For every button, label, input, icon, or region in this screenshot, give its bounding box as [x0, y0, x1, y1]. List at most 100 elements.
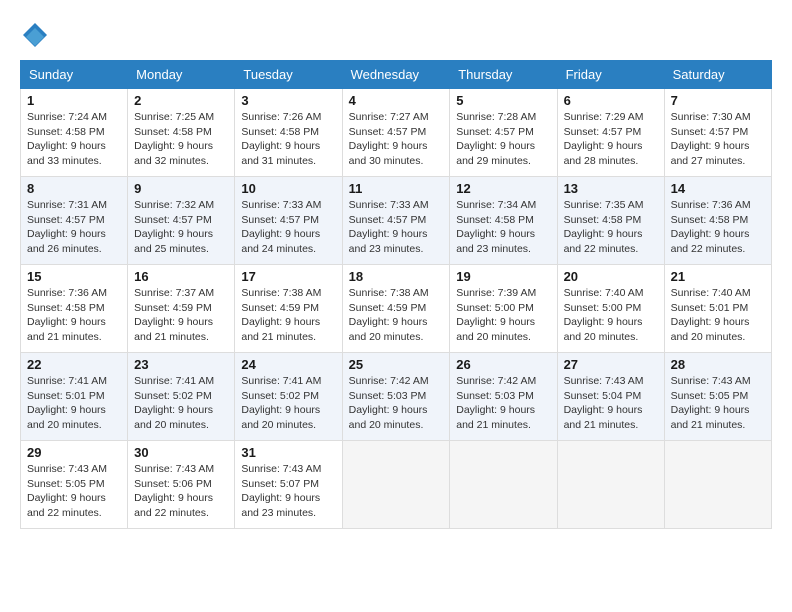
day-info: Sunrise: 7:33 AMSunset: 4:57 PMDaylight:… [349, 198, 444, 257]
day-number: 5 [456, 93, 550, 108]
day-cell-13: 13Sunrise: 7:35 AMSunset: 4:58 PMDayligh… [557, 177, 664, 265]
day-cell-27: 27Sunrise: 7:43 AMSunset: 5:04 PMDayligh… [557, 353, 664, 441]
week-row-3: 15 Sunrise: 7:36 AMSunset: 4:58 PMDayligh… [21, 265, 772, 353]
day-header-monday: Monday [128, 61, 235, 89]
day-info: Sunrise: 7:41 AMSunset: 5:01 PMDaylight:… [27, 374, 121, 433]
day-info: Sunrise: 7:43 AMSunset: 5:05 PMDaylight:… [671, 374, 765, 433]
day-info: Sunrise: 7:32 AMSunset: 4:57 PMDaylight:… [134, 198, 228, 257]
day-info: Sunrise: 7:37 AMSunset: 4:59 PMDaylight:… [134, 286, 228, 345]
day-info: Sunrise: 7:36 AMSunset: 4:58 PMDaylight:… [671, 198, 765, 257]
day-header-tuesday: Tuesday [235, 61, 342, 89]
day-cell-12: 12 Sunrise: 7:34 AMSunset: 4:58 PMDayligh… [450, 177, 557, 265]
header [20, 20, 772, 50]
day-number: 23 [134, 357, 228, 372]
day-cell-15: 15 Sunrise: 7:36 AMSunset: 4:58 PMDayligh… [21, 265, 128, 353]
day-info: Sunrise: 7:38 AMSunset: 4:59 PMDaylight:… [241, 286, 335, 345]
day-number: 21 [671, 269, 765, 284]
day-info: Sunrise: 7:35 AMSunset: 4:58 PMDaylight:… [564, 198, 658, 257]
day-cell-26: 26 Sunrise: 7:42 AMSunset: 5:03 PMDayligh… [450, 353, 557, 441]
day-info: Sunrise: 7:42 AMSunset: 5:03 PMDaylight:… [349, 374, 444, 433]
day-info: Sunrise: 7:43 AMSunset: 5:05 PMDaylight:… [27, 462, 121, 521]
day-number: 20 [564, 269, 658, 284]
calendar: SundayMondayTuesdayWednesdayThursdayFrid… [20, 60, 772, 529]
day-cell-19: 19 Sunrise: 7:39 AMSunset: 5:00 PMDayligh… [450, 265, 557, 353]
day-cell-29: 29 Sunrise: 7:43 AMSunset: 5:05 PMDayligh… [21, 441, 128, 529]
day-number: 14 [671, 181, 765, 196]
day-info: Sunrise: 7:28 AMSunset: 4:57 PMDaylight:… [456, 110, 550, 169]
day-cell-31: 31 Sunrise: 7:43 AMSunset: 5:07 PMDayligh… [235, 441, 342, 529]
day-number: 18 [349, 269, 444, 284]
day-number: 19 [456, 269, 550, 284]
day-info: Sunrise: 7:26 AMSunset: 4:58 PMDaylight:… [241, 110, 335, 169]
day-cell-24: 24 Sunrise: 7:41 AMSunset: 5:02 PMDayligh… [235, 353, 342, 441]
empty-cell [342, 441, 450, 529]
day-info: Sunrise: 7:34 AMSunset: 4:58 PMDaylight:… [456, 198, 550, 257]
day-info: Sunrise: 7:30 AMSunset: 4:57 PMDaylight:… [671, 110, 765, 169]
day-number: 7 [671, 93, 765, 108]
day-info: Sunrise: 7:38 AMSunset: 4:59 PMDaylight:… [349, 286, 444, 345]
day-number: 3 [241, 93, 335, 108]
day-number: 25 [349, 357, 444, 372]
day-header-thursday: Thursday [450, 61, 557, 89]
day-number: 12 [456, 181, 550, 196]
day-header-sunday: Sunday [21, 61, 128, 89]
day-info: Sunrise: 7:36 AMSunset: 4:58 PMDaylight:… [27, 286, 121, 345]
day-cell-5: 5 Sunrise: 7:28 AMSunset: 4:57 PMDaylight… [450, 89, 557, 177]
day-number: 11 [349, 181, 444, 196]
day-number: 15 [27, 269, 121, 284]
day-number: 31 [241, 445, 335, 460]
week-row-5: 29 Sunrise: 7:43 AMSunset: 5:05 PMDayligh… [21, 441, 772, 529]
day-cell-14: 14 Sunrise: 7:36 AMSunset: 4:58 PMDayligh… [664, 177, 771, 265]
day-cell-6: 6 Sunrise: 7:29 AMSunset: 4:57 PMDaylight… [557, 89, 664, 177]
day-info: Sunrise: 7:27 AMSunset: 4:57 PMDaylight:… [349, 110, 444, 169]
empty-cell [450, 441, 557, 529]
day-number: 6 [564, 93, 658, 108]
day-number: 16 [134, 269, 228, 284]
day-number: 10 [241, 181, 335, 196]
day-number: 29 [27, 445, 121, 460]
day-cell-8: 8Sunrise: 7:31 AMSunset: 4:57 PMDaylight… [21, 177, 128, 265]
day-cell-9: 9 Sunrise: 7:32 AMSunset: 4:57 PMDaylight… [128, 177, 235, 265]
day-info: Sunrise: 7:41 AMSunset: 5:02 PMDaylight:… [134, 374, 228, 433]
day-cell-1: 1 Sunrise: 7:24 AMSunset: 4:58 PMDaylight… [21, 89, 128, 177]
day-info: Sunrise: 7:43 AMSunset: 5:06 PMDaylight:… [134, 462, 228, 521]
day-cell-23: 23 Sunrise: 7:41 AMSunset: 5:02 PMDayligh… [128, 353, 235, 441]
day-info: Sunrise: 7:42 AMSunset: 5:03 PMDaylight:… [456, 374, 550, 433]
day-cell-11: 11 Sunrise: 7:33 AMSunset: 4:57 PMDayligh… [342, 177, 450, 265]
logo [20, 20, 54, 50]
day-cell-30: 30 Sunrise: 7:43 AMSunset: 5:06 PMDayligh… [128, 441, 235, 529]
day-cell-7: 7 Sunrise: 7:30 AMSunset: 4:57 PMDaylight… [664, 89, 771, 177]
day-info: Sunrise: 7:43 AMSunset: 5:04 PMDaylight:… [564, 374, 658, 433]
day-cell-3: 3 Sunrise: 7:26 AMSunset: 4:58 PMDaylight… [235, 89, 342, 177]
day-info: Sunrise: 7:24 AMSunset: 4:58 PMDaylight:… [27, 110, 121, 169]
day-number: 22 [27, 357, 121, 372]
day-number: 1 [27, 93, 121, 108]
empty-cell [664, 441, 771, 529]
logo-icon [20, 20, 50, 50]
day-number: 30 [134, 445, 228, 460]
week-row-4: 22 Sunrise: 7:41 AMSunset: 5:01 PMDayligh… [21, 353, 772, 441]
day-number: 4 [349, 93, 444, 108]
day-info: Sunrise: 7:33 AMSunset: 4:57 PMDaylight:… [241, 198, 335, 257]
day-cell-28: 28 Sunrise: 7:43 AMSunset: 5:05 PMDayligh… [664, 353, 771, 441]
day-info: Sunrise: 7:25 AMSunset: 4:58 PMDaylight:… [134, 110, 228, 169]
day-number: 9 [134, 181, 228, 196]
day-cell-20: 20Sunrise: 7:40 AMSunset: 5:00 PMDayligh… [557, 265, 664, 353]
week-row-1: 1 Sunrise: 7:24 AMSunset: 4:58 PMDaylight… [21, 89, 772, 177]
day-number: 8 [27, 181, 121, 196]
day-number: 28 [671, 357, 765, 372]
empty-cell [557, 441, 664, 529]
day-cell-4: 4 Sunrise: 7:27 AMSunset: 4:57 PMDaylight… [342, 89, 450, 177]
day-number: 26 [456, 357, 550, 372]
day-number: 24 [241, 357, 335, 372]
day-cell-21: 21 Sunrise: 7:40 AMSunset: 5:01 PMDayligh… [664, 265, 771, 353]
week-row-2: 8Sunrise: 7:31 AMSunset: 4:57 PMDaylight… [21, 177, 772, 265]
day-header-friday: Friday [557, 61, 664, 89]
day-info: Sunrise: 7:43 AMSunset: 5:07 PMDaylight:… [241, 462, 335, 521]
day-info: Sunrise: 7:39 AMSunset: 5:00 PMDaylight:… [456, 286, 550, 345]
day-info: Sunrise: 7:40 AMSunset: 5:01 PMDaylight:… [671, 286, 765, 345]
day-header-saturday: Saturday [664, 61, 771, 89]
day-info: Sunrise: 7:41 AMSunset: 5:02 PMDaylight:… [241, 374, 335, 433]
day-number: 17 [241, 269, 335, 284]
day-info: Sunrise: 7:29 AMSunset: 4:57 PMDaylight:… [564, 110, 658, 169]
